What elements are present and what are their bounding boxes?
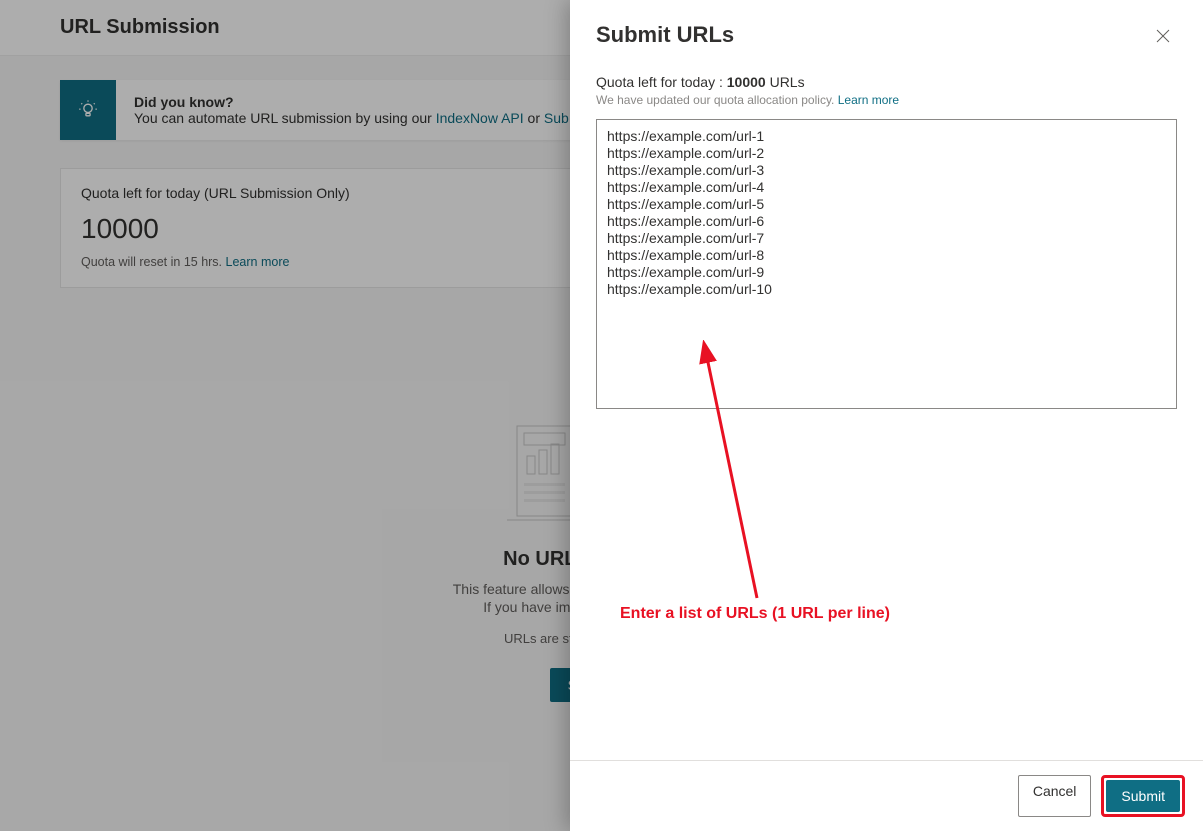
submit-urls-panel: Submit URLs Quota left for today : 10000…: [570, 0, 1203, 831]
annotation-text: Enter a list of URLs (1 URL per line): [620, 605, 890, 623]
panel-policy-text: We have updated our quota allocation pol…: [596, 93, 838, 107]
panel-quota-line: Quota left for today : 10000 URLs: [596, 74, 1177, 90]
submit-button-highlight: Submit: [1101, 775, 1185, 817]
panel-policy-line: We have updated our quota allocation pol…: [596, 93, 1177, 107]
panel-quota-value: 10000: [727, 74, 766, 90]
submit-button[interactable]: Submit: [1106, 780, 1180, 812]
panel-quota-prefix: Quota left for today :: [596, 74, 727, 90]
panel-footer: Cancel Submit: [570, 760, 1203, 831]
panel-quota-suffix: URLs: [766, 74, 805, 90]
cancel-button[interactable]: Cancel: [1018, 775, 1092, 817]
url-textarea[interactable]: [596, 119, 1177, 409]
close-button[interactable]: [1149, 22, 1177, 50]
close-icon: [1156, 29, 1170, 43]
panel-title: Submit URLs: [596, 22, 734, 48]
panel-policy-link[interactable]: Learn more: [838, 93, 899, 107]
